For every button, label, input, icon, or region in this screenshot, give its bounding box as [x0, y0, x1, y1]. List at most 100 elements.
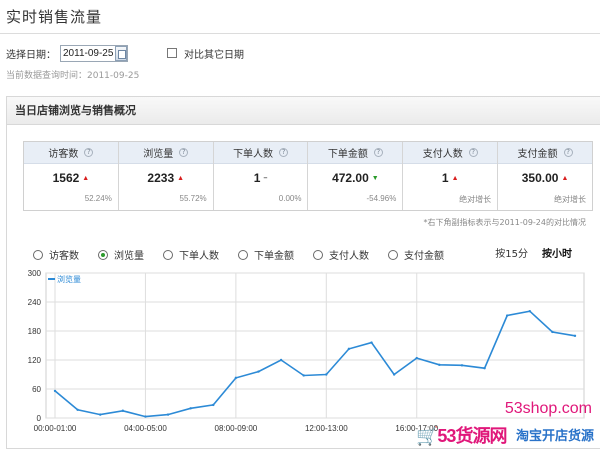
legend-label: 浏览量 — [57, 274, 81, 284]
stat-paying-buyers: 支付人数? 1 ▲ 绝对增长 — [403, 142, 499, 210]
stats-table: 访客数? 1562 ▲ 52.24% 浏览量? 2233 ▲ 55.72% 下单人数… — [23, 141, 593, 211]
y-tick-label: 0 — [37, 414, 42, 423]
cart-icon: 🛒 — [416, 426, 438, 446]
data-point — [347, 347, 351, 351]
data-point — [189, 407, 192, 410]
data-point — [166, 413, 170, 416]
watermark-logo: 🛒53货源网 — [416, 426, 507, 446]
trend-up-icon: ▲ — [177, 175, 185, 182]
stat-pageviews: 浏览量? 2233 ▲ 55.72% — [118, 142, 214, 210]
stat-change: 55.72% — [179, 194, 207, 203]
metric-option-visitors[interactable]: 访客数 — [33, 247, 79, 262]
stat-value: 1 — [441, 171, 449, 185]
compare-checkbox[interactable] — [167, 48, 177, 58]
radio-selected-icon[interactable] — [98, 249, 108, 260]
data-point — [392, 373, 396, 376]
metric-label: 下单金额 — [254, 251, 294, 262]
date-row: 选择日期： 对比其它日期 — [6, 44, 244, 62]
radio-icon[interactable] — [163, 249, 173, 260]
compare-toggle[interactable]: 对比其它日期 — [167, 46, 244, 61]
stat-order-amount: 下单金额? 472.00 ▼ -54.96% — [308, 142, 404, 210]
x-tick-label: 12:00-13:00 — [305, 424, 348, 433]
stat-value: 1562 — [52, 171, 80, 185]
by-hour-button[interactable]: 按小时 — [542, 245, 572, 260]
help-icon[interactable]: ? — [563, 148, 573, 157]
trend-up-icon: ▲ — [561, 175, 569, 182]
y-tick-label: 240 — [28, 298, 42, 307]
metric-label: 支付人数 — [329, 251, 369, 262]
stat-label: 浏览量 — [143, 149, 174, 160]
data-point — [551, 330, 554, 334]
radio-icon[interactable] — [238, 249, 248, 260]
data-point — [483, 367, 486, 370]
metric-label: 访客数 — [49, 251, 79, 262]
data-point — [53, 389, 57, 393]
stat-label: 支付金额 — [517, 149, 558, 160]
stat-value: 350.00 — [521, 171, 559, 185]
x-tick-label: 04:00-05:00 — [124, 424, 167, 433]
radio-icon[interactable] — [33, 249, 43, 260]
stat-value: 1 — [253, 171, 261, 185]
data-point — [573, 334, 577, 338]
metric-option-paying-buyers[interactable]: 支付人数 — [313, 247, 369, 262]
title-divider — [0, 33, 600, 34]
stat-change: 52.24% — [84, 194, 112, 203]
date-label: 选择日期： — [6, 49, 56, 61]
stat-change: -54.96% — [366, 194, 397, 203]
metric-label: 下单人数 — [179, 251, 219, 262]
data-point — [257, 370, 260, 373]
data-point — [144, 415, 147, 418]
plot-area — [45, 272, 585, 419]
radio-icon[interactable] — [313, 249, 323, 260]
calendar-icon[interactable] — [115, 45, 127, 61]
stat-label: 访客数 — [48, 149, 79, 160]
stat-change: 绝对增长 — [459, 195, 492, 204]
watermark-tagline: 淘宝开店货源 — [515, 429, 594, 444]
help-icon[interactable]: ? — [279, 148, 289, 157]
data-point — [438, 363, 441, 367]
stat-label: 支付人数 — [422, 149, 463, 160]
x-tick-label: 08:00-09:00 — [215, 424, 258, 433]
y-tick-label: 300 — [28, 269, 42, 278]
data-point — [302, 374, 305, 377]
data-point — [279, 358, 283, 362]
stat-paid-amount: 支付金额? 350.00 ▲ 绝对增长 — [498, 142, 592, 210]
data-point — [528, 309, 531, 313]
stat-change: 绝对增长 — [553, 195, 586, 204]
data-point — [121, 409, 125, 412]
stat-visitors: 访客数? 1562 ▲ 52.24% — [24, 142, 119, 210]
page-title: 实时销售流量 — [6, 8, 103, 26]
data-point — [212, 403, 215, 407]
granularity-toggle: 按15分 按小时 — [481, 245, 572, 260]
data-point — [99, 413, 102, 416]
data-point — [370, 341, 373, 344]
stat-value: 472.00 — [332, 171, 369, 185]
panel-title: 当日店铺浏览与销售概况 — [7, 97, 600, 125]
stat-change: 0.00% — [278, 194, 302, 203]
y-tick-label: 180 — [28, 327, 42, 336]
radio-icon[interactable] — [388, 249, 398, 260]
help-icon[interactable]: ? — [179, 148, 189, 157]
compare-label: 对比其它日期 — [184, 49, 244, 61]
watermark-site: 53shop.com — [504, 400, 592, 417]
data-point — [415, 356, 418, 360]
help-icon[interactable]: ? — [468, 148, 478, 157]
metric-label: 浏览量 — [114, 251, 144, 262]
metric-option-order-buyers[interactable]: 下单人数 — [163, 247, 219, 262]
data-point — [325, 373, 328, 376]
by-15min-button[interactable]: 按15分 — [495, 245, 528, 260]
help-icon[interactable]: ? — [84, 148, 94, 157]
watermark: 53shop.com 🛒53货源网 淘宝开店货源 — [410, 400, 600, 449]
stat-label: 下单人数 — [233, 149, 274, 160]
y-tick-label: 120 — [28, 356, 42, 365]
metric-option-order-amount[interactable]: 下单金额 — [238, 247, 294, 262]
metric-option-paid-amount[interactable]: 支付金额 — [388, 247, 444, 262]
metric-option-pageviews[interactable]: 浏览量 — [98, 247, 144, 262]
query-time: 当前数据查询时间：2011-09-25 — [6, 71, 140, 81]
trend-flat-icon: – — [263, 175, 268, 182]
trend-down-icon: ▼ — [371, 175, 379, 182]
data-point — [234, 376, 238, 380]
data-point — [505, 314, 509, 317]
stat-label: 下单金额 — [327, 149, 368, 160]
help-icon[interactable]: ? — [373, 148, 383, 157]
